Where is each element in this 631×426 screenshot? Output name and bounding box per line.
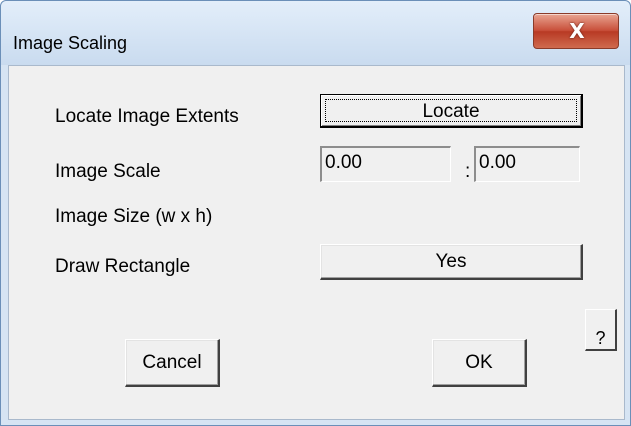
ok-button-label: OK (465, 352, 493, 373)
draw-rectangle-toggle[interactable]: Yes (320, 244, 583, 280)
image-scale-label: Image Scale (55, 161, 161, 182)
dialog-body: Locate Image Extents Locate Image Scale … (8, 65, 625, 420)
cancel-button-label: Cancel (142, 352, 202, 373)
locate-button-label: Locate (325, 99, 577, 122)
cancel-button[interactable]: Cancel (125, 339, 220, 387)
ok-button[interactable]: OK (432, 339, 527, 387)
close-icon: X (569, 19, 585, 43)
dialog-title: Image Scaling (13, 33, 128, 53)
scale-left-field[interactable]: 0.00 (320, 146, 451, 182)
draw-rectangle-label: Draw Rectangle (55, 256, 191, 277)
locate-image-extents-label: Locate Image Extents (55, 106, 239, 127)
close-button[interactable]: X (533, 13, 619, 49)
title-bar[interactable]: Image Scaling X (1, 1, 630, 65)
scale-right-field[interactable]: 0.00 (474, 146, 580, 182)
scale-separator: : (465, 161, 471, 182)
help-button-label: ? (595, 328, 606, 348)
image-size-label: Image Size (w x h) (55, 206, 213, 227)
locate-button[interactable]: Locate (320, 94, 583, 128)
draw-rectangle-value: Yes (435, 251, 467, 272)
help-button[interactable]: ? (585, 309, 617, 351)
image-scaling-dialog: Image Scaling X Locate Image Extents Loc… (0, 0, 631, 426)
